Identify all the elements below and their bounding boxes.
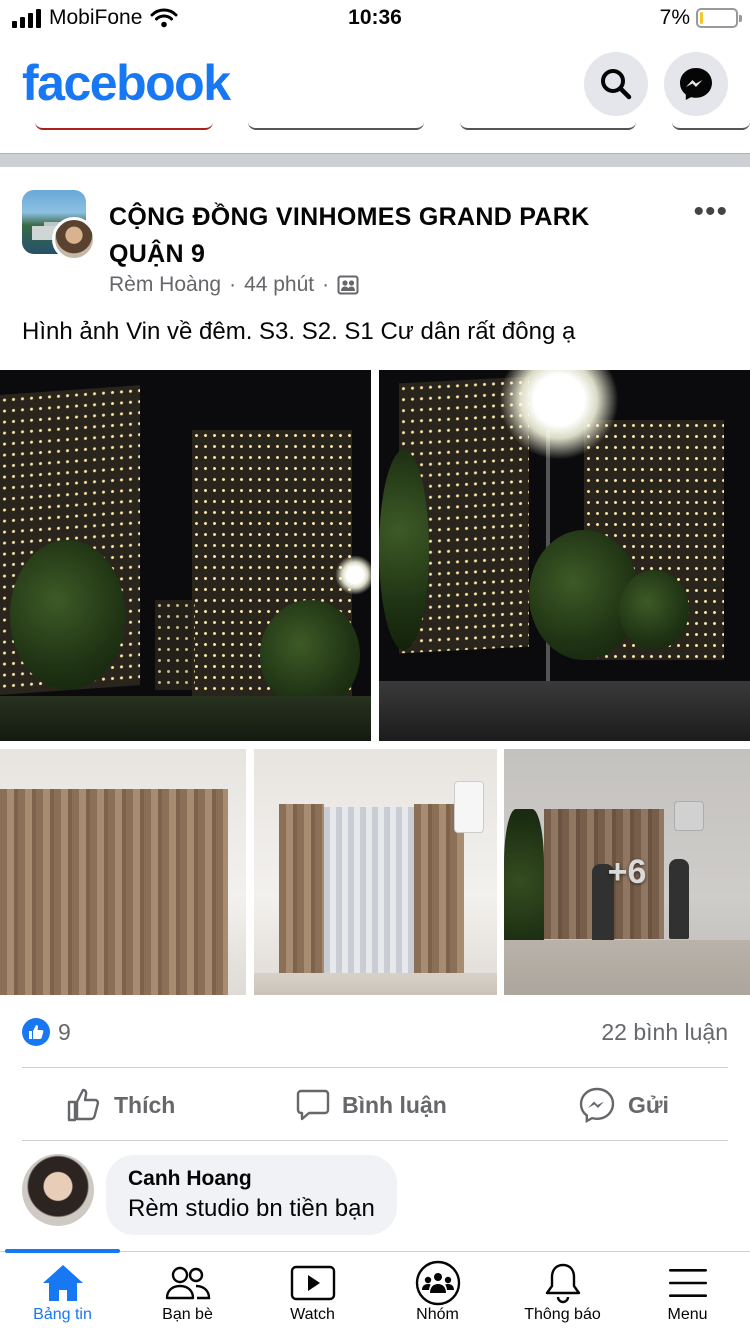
send-button[interactable]: Gửi (578, 1070, 669, 1140)
more-options-icon[interactable]: ••• (693, 195, 728, 229)
messenger-send-icon (579, 1087, 615, 1124)
battery-status: 7% (659, 6, 742, 30)
comment-button[interactable]: Bình luận (296, 1070, 447, 1140)
commenter-avatar[interactable] (22, 1154, 94, 1226)
post-photo[interactable] (0, 749, 246, 995)
bell-icon (543, 1260, 583, 1306)
stories-strip[interactable] (0, 122, 750, 132)
group-name[interactable]: CỘNG ĐỒNG VINHOMES GRAND PARK QUẬN 9 (109, 199, 669, 273)
battery-icon (696, 8, 742, 28)
divider (22, 1067, 728, 1068)
tab-label: Bảng tin (33, 1306, 92, 1323)
author-name[interactable]: Rèm Hoàng (109, 273, 221, 297)
like-count[interactable]: 9 (58, 1019, 71, 1046)
tab-label: Nhóm (416, 1306, 459, 1323)
facebook-logo[interactable]: facebook (22, 54, 231, 112)
post-meta: Rèm Hoàng · 44 phút · (109, 273, 359, 297)
bottom-tab-bar: Bảng tin Bạn bè Watch Nhóm Thông báo Men… (0, 1249, 750, 1333)
comment-label: Bình luận (342, 1091, 447, 1118)
post-stats: 9 22 bình luận (22, 1015, 728, 1051)
post-time[interactable]: 44 phút (244, 273, 314, 297)
comment-count[interactable]: 22 bình luận (601, 1019, 728, 1046)
groups-icon (415, 1260, 461, 1306)
group-privacy-icon (337, 275, 359, 295)
search-icon (601, 69, 632, 100)
author-avatar[interactable] (52, 217, 96, 261)
tab-notifications[interactable]: Thông báo (500, 1260, 625, 1333)
active-tab-indicator (5, 1249, 120, 1253)
comment-bubble: Canh Hoang Rèm studio bn tiền bạn (106, 1155, 397, 1235)
messenger-button[interactable] (664, 52, 728, 116)
messenger-icon (680, 68, 712, 100)
tab-label: Bạn bè (162, 1306, 213, 1323)
more-photos-count[interactable]: +6 (504, 749, 750, 995)
tab-label: Menu (667, 1306, 708, 1323)
like-reaction-icon[interactable] (22, 1018, 50, 1046)
menu-icon (668, 1260, 708, 1306)
thumbs-up-icon (67, 1088, 100, 1122)
friends-icon (165, 1260, 211, 1306)
tab-menu[interactable]: Menu (625, 1260, 750, 1333)
post-text: Hình ảnh Vin về đêm. S3. S2. S1 Cư dân r… (22, 318, 576, 345)
like-label: Thích (114, 1091, 176, 1118)
commenter-name[interactable]: Canh Hoang (128, 1167, 375, 1191)
tab-friends[interactable]: Bạn bè (125, 1260, 250, 1333)
post-photo[interactable] (254, 749, 497, 995)
post-actions: Thích Bình luận Gửi (0, 1070, 750, 1140)
search-button[interactable] (584, 52, 648, 116)
comment-icon (296, 1089, 330, 1121)
send-label: Gửi (628, 1091, 669, 1118)
watch-icon (290, 1260, 336, 1306)
post-photo-more[interactable]: +6 (504, 749, 750, 995)
post-photo[interactable] (379, 370, 750, 741)
meta-dot: · (322, 273, 330, 296)
feed-separator (0, 153, 750, 167)
status-bar: MobiFone 10:36 7% (0, 0, 750, 40)
tab-groups[interactable]: Nhóm (375, 1260, 500, 1333)
comment-text: Rèm studio bn tiền bạn (128, 1195, 375, 1222)
tab-label: Thông báo (524, 1306, 601, 1323)
battery-percent: 7% (659, 6, 690, 29)
tab-label: Watch (290, 1306, 335, 1323)
meta-dot: · (229, 273, 237, 296)
post-photo[interactable] (0, 370, 371, 741)
top-bar: facebook (0, 40, 750, 130)
clock: 10:36 (348, 6, 402, 29)
like-button[interactable]: Thích (66, 1070, 175, 1140)
tab-news-feed[interactable]: Bảng tin (0, 1260, 125, 1333)
tab-watch[interactable]: Watch (250, 1260, 375, 1333)
divider (22, 1140, 728, 1141)
home-icon (41, 1260, 85, 1306)
